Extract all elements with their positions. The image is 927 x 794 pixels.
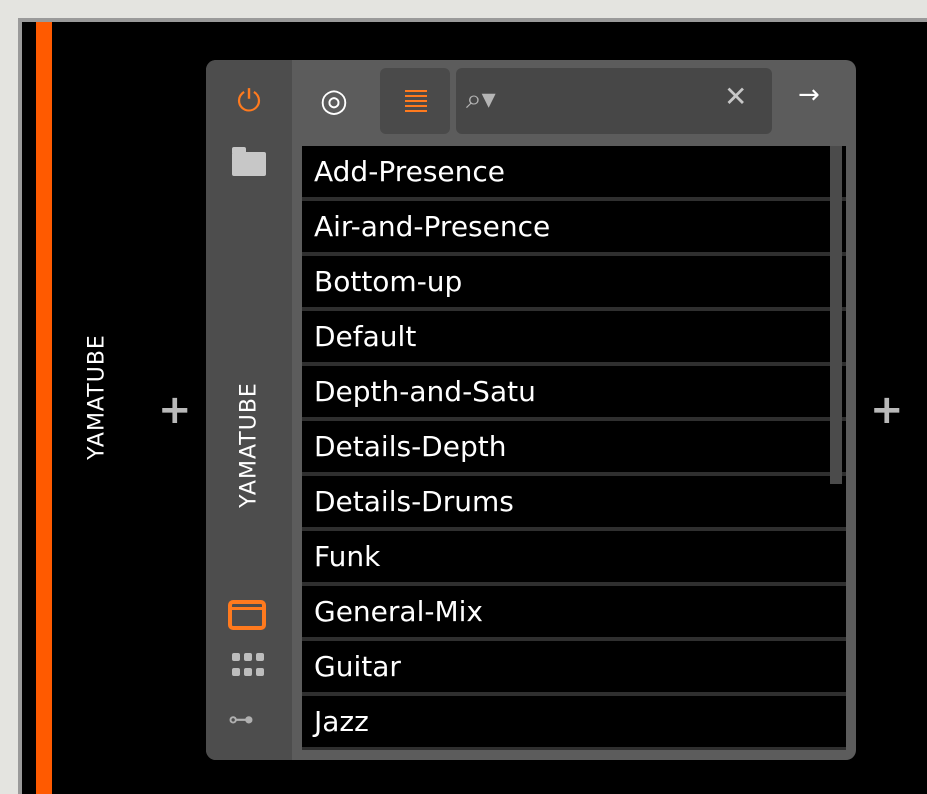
- scrollbar[interactable]: [830, 146, 842, 750]
- preset-icon[interactable]: ◎: [312, 78, 356, 122]
- preset-list: Add-Presence Air-and-Presence Bottom-up Def…: [302, 146, 846, 750]
- clear-icon[interactable]: ✕: [724, 80, 747, 113]
- device-panel: ⏻ YAMATUBE ⊶ ◎ ⌕▾ ✕ → Add-Presence Air-an…: [206, 60, 856, 760]
- track-name-label: YAMATUBE: [84, 334, 110, 460]
- preset-item[interactable]: Funk: [302, 531, 846, 582]
- preset-item[interactable]: Default: [302, 311, 846, 362]
- arrow-icon[interactable]: →: [798, 80, 820, 110]
- preset-item[interactable]: Jazz: [302, 696, 846, 747]
- search-icon[interactable]: ⌕▾: [466, 82, 496, 116]
- add-before-icon[interactable]: +: [158, 390, 192, 430]
- preset-item[interactable]: Add-Presence: [302, 146, 846, 197]
- window-icon[interactable]: [228, 600, 266, 630]
- key-icon[interactable]: ⊶: [228, 705, 254, 735]
- track-accent-bar: [36, 22, 52, 794]
- add-after-icon[interactable]: +: [870, 390, 904, 430]
- preset-item[interactable]: Air-and-Presence: [302, 201, 846, 252]
- preset-item[interactable]: Bottom-up: [302, 256, 846, 307]
- search-input[interactable]: [518, 82, 722, 118]
- scrollbar-thumb[interactable]: [830, 146, 842, 484]
- device-name-label: YAMATUBE: [236, 382, 262, 508]
- power-icon[interactable]: ⏻: [206, 82, 292, 122]
- search-box: ⌕▾ ✕: [456, 68, 772, 134]
- preset-item[interactable]: Details-Depth: [302, 421, 846, 472]
- preset-toolbar: ◎ ⌕▾ ✕ →: [292, 60, 856, 138]
- device-sidebar: ⏻ YAMATUBE ⊶: [206, 60, 292, 760]
- preset-item[interactable]: Guitar: [302, 641, 846, 692]
- folder-icon[interactable]: [206, 147, 292, 180]
- grid-icon[interactable]: [232, 653, 266, 679]
- preset-item[interactable]: General-Mix: [302, 586, 846, 637]
- list-icon[interactable]: [380, 68, 450, 134]
- preset-item[interactable]: Depth-and-Satu: [302, 366, 846, 417]
- preset-item[interactable]: Details-Drums: [302, 476, 846, 527]
